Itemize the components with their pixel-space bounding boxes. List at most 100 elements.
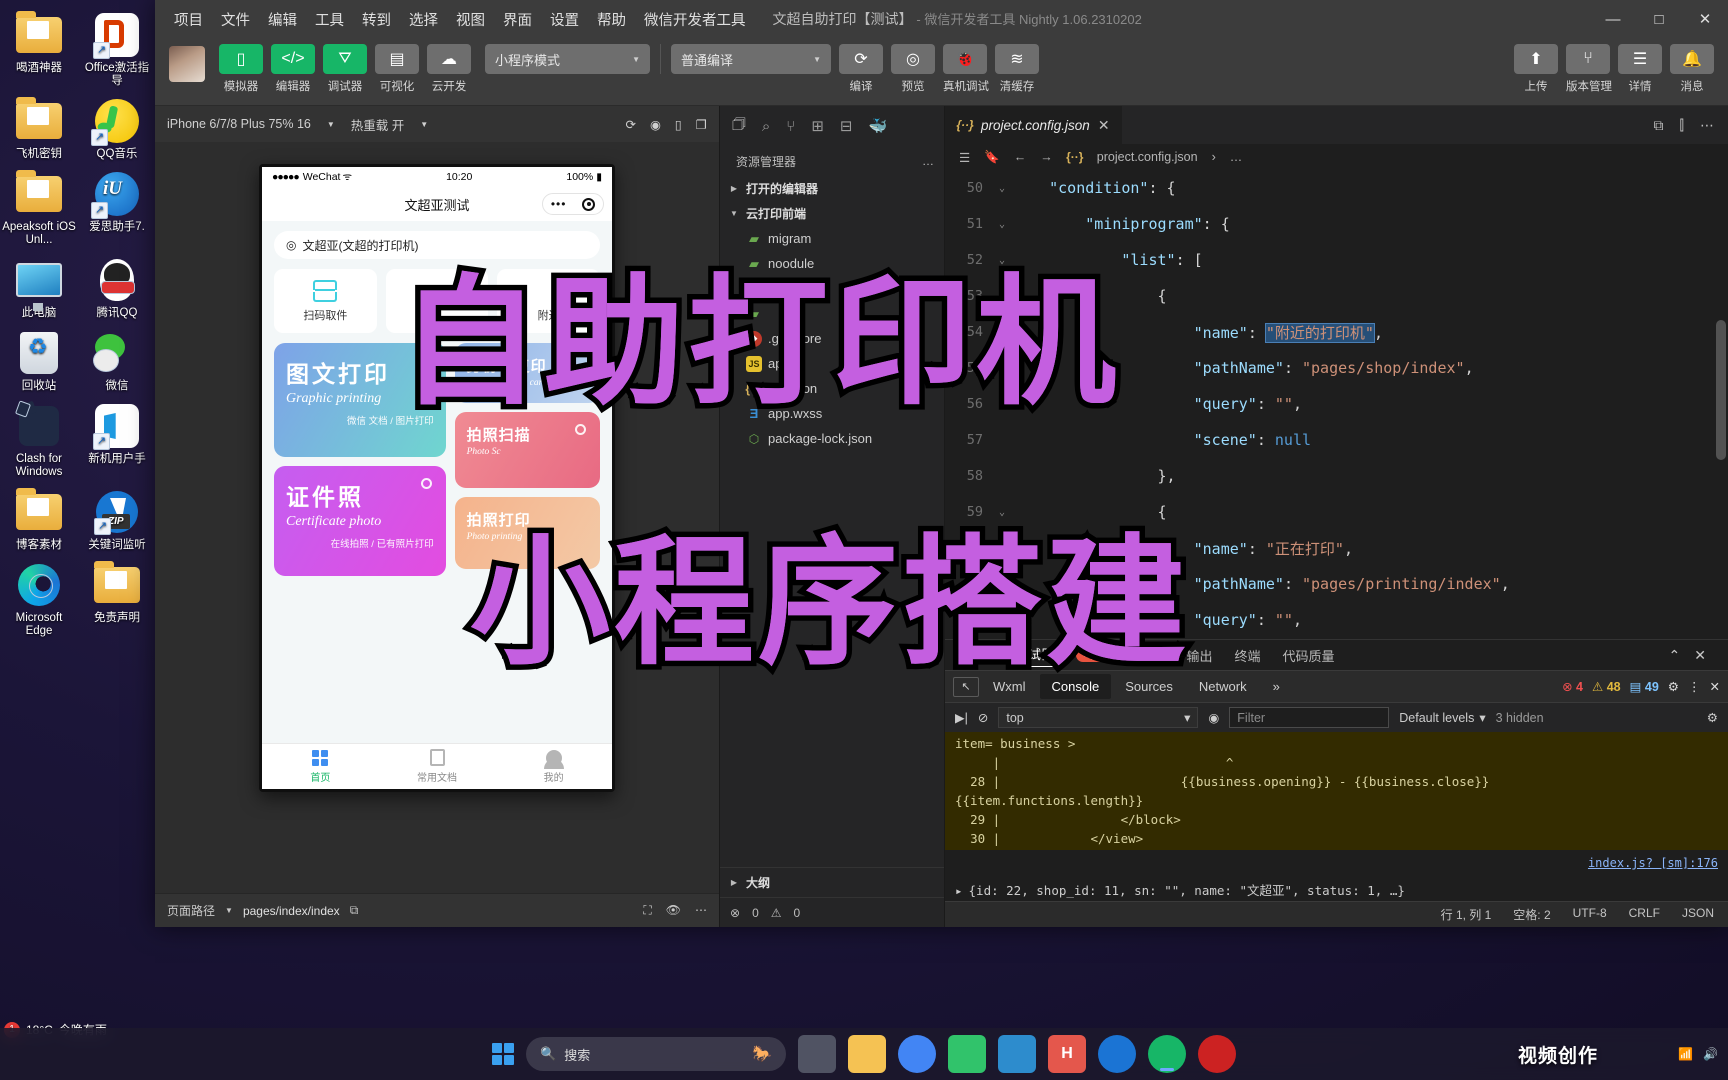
warning-badge[interactable]: ⚠ 48 (1592, 679, 1621, 694)
fold-icon[interactable]: ⌄ (991, 255, 1013, 266)
desktop-icon[interactable]: QQ音乐 (78, 94, 156, 167)
quick-action-hidden[interactable] (385, 269, 489, 333)
menu-item-1[interactable]: 文件 (212, 5, 259, 34)
quick-action-scan[interactable]: 扫码取件 (274, 269, 377, 333)
console-levels-select[interactable]: Default levels ▾ (1399, 710, 1485, 726)
layout-icon[interactable]: ⫿ (1680, 117, 1684, 134)
clear-console-icon[interactable]: ⊘ (978, 710, 988, 725)
search-icon[interactable]: ⌕ (762, 118, 770, 135)
toolbar-button-可视化[interactable]: ▤ 可视化 (375, 44, 419, 94)
tab-profile[interactable]: 我的 (495, 744, 612, 789)
desktop-icon[interactable]: Microsoft Edge (0, 558, 78, 644)
menu-item-8[interactable]: 设置 (541, 5, 588, 34)
taskbar-app-chrome[interactable] (898, 1035, 936, 1073)
desktop-icon[interactable]: 腾讯QQ (78, 253, 156, 326)
toolbar-button-预览[interactable]: ◎ 预览 (891, 44, 935, 94)
tree-file[interactable]: Ǝapp.wxss (720, 401, 944, 426)
desktop-icon[interactable]: Apeaksoft iOS Unl... (0, 167, 78, 253)
console-object-line[interactable]: ▸ {id: 22, shop_id: 11, sn: "", name: "文… (945, 877, 1728, 901)
wechat-capsule[interactable]: ••• (542, 193, 604, 215)
code-line[interactable]: 52 ⌄ "list": [ (945, 242, 1728, 278)
panel-tab-代码质量[interactable]: 代码质量 (1283, 646, 1335, 665)
devtools-tab-Console[interactable]: Console (1039, 674, 1112, 699)
start-button[interactable] (492, 1043, 514, 1065)
toolbar-button-云开发[interactable]: ☁ 云开发 (427, 44, 471, 94)
desktop-icon[interactable]: Clash for Windows (0, 399, 78, 485)
devtools-tab-»[interactable]: » (1261, 674, 1292, 699)
code-line[interactable]: 57 "scene": null (945, 422, 1728, 458)
taskbar-app-store[interactable] (948, 1035, 986, 1073)
toolbar-button-编译[interactable]: ⟳ 编译 (839, 44, 883, 94)
console-settings-icon[interactable]: ⚙ (1707, 710, 1718, 725)
chevron-down-icon[interactable]: ▼ (225, 906, 233, 915)
fold-icon[interactable]: ⌄ (991, 507, 1013, 518)
panel-tab-问题[interactable]: 问题 (1139, 646, 1165, 665)
outline-section[interactable]: ▶ 大纲 (720, 867, 944, 897)
more-icon[interactable]: ⋯ (1700, 117, 1714, 134)
card-graphic-printing[interactable]: 图文打印 Graphic printing 微信 文档 / 图片打印 (274, 343, 446, 457)
code-line[interactable]: 61 "pathName": "pages/printing/index", (945, 566, 1728, 602)
fold-icon[interactable]: ⌄ (991, 219, 1013, 230)
collapse-icon[interactable]: ⌃ (1669, 647, 1681, 664)
toolbar-button-详情[interactable]: ☰ 详情 (1618, 44, 1662, 94)
tree-section[interactable]: ▶ 打开的编辑器 (720, 176, 944, 201)
list-icon[interactable]: ☰ (959, 150, 970, 165)
rotate-icon[interactable]: ▯ (675, 117, 682, 132)
tree-file[interactable]: ▰ (720, 301, 944, 326)
tree-file[interactable]: ▰ noodule (720, 251, 944, 276)
problems-status[interactable]: ⊗ 0 ⚠ 0 (720, 897, 944, 927)
desktop-icon[interactable]: 飞机密钥 (0, 94, 78, 167)
taskbar-app-widgets[interactable] (798, 1035, 836, 1073)
menu-item-2[interactable]: 编辑 (259, 5, 306, 34)
device-select[interactable]: iPhone 6/7/8 Plus 75% 16 (167, 117, 311, 131)
desktop-icon[interactable]: 微信 (78, 326, 156, 399)
desktop-icon[interactable]: iU 爱思助手7. (78, 167, 156, 253)
status-encoding[interactable]: UTF-8 (1573, 906, 1607, 923)
close-icon[interactable]: ✕ (1098, 117, 1110, 134)
split-editor-icon[interactable]: ⧉ (1654, 117, 1664, 134)
toolbar-button-版本管理[interactable]: ⑂ 版本管理 (1566, 44, 1612, 94)
error-badge[interactable]: ⊗ 4 (1562, 679, 1583, 694)
devtools-tab-Network[interactable]: Network (1187, 674, 1259, 699)
record-icon[interactable]: ◉ (650, 117, 661, 132)
extensions-icon[interactable]: ⊞ (811, 117, 824, 135)
tab-home[interactable]: 首页 (262, 744, 379, 789)
taskbar-tray[interactable]: 📶 🔊 (1678, 1047, 1718, 1061)
eye-icon[interactable]: ◉ (1208, 710, 1219, 725)
taskbar-search[interactable]: 🔍 搜索 🐎 (526, 1037, 786, 1071)
card-id-copy[interactable]: 身份证复印 Copy of identity card (454, 343, 600, 403)
toolbar-button-真机调试[interactable]: 🐞 真机调试 (943, 44, 989, 94)
toolbar-button-清缓存[interactable]: ≋ 清缓存 (995, 44, 1039, 94)
taskbar-app-edge[interactable] (1098, 1035, 1136, 1073)
menu-item-3[interactable]: 工具 (306, 5, 353, 34)
quick-action-nearby[interactable]: 附近 (497, 269, 601, 333)
taskbar-app-record[interactable] (1198, 1035, 1236, 1073)
files-icon[interactable]: 🗇 (732, 114, 746, 139)
code-area[interactable]: 50 ⌄ "condition": {51 ⌄ "miniprogram": {52… (945, 170, 1728, 639)
desktop-icon[interactable]: 新机用户手 (78, 399, 156, 485)
back-icon[interactable]: ← (1014, 150, 1027, 164)
user-avatar[interactable] (169, 46, 205, 82)
panel-tab-输出[interactable]: 输出 (1187, 646, 1213, 665)
hot-reload-select[interactable]: 热重载 开 (351, 115, 404, 134)
menu-item-0[interactable]: 项目 (165, 5, 212, 34)
code-line[interactable]: 58 }, (945, 458, 1728, 494)
wxml-inspect-icon[interactable]: ⛶ (643, 903, 651, 918)
docker-icon[interactable]: 🐳 (868, 117, 887, 135)
location-bar[interactable]: ◎ 文超亚(文超的打印机) (274, 231, 600, 259)
desktop-icon[interactable]: 免责声明 (78, 558, 156, 644)
menu-item-5[interactable]: 选择 (400, 5, 447, 34)
toolbar-button-消息[interactable]: 🔔 消息 (1670, 44, 1714, 94)
desktop-icon[interactable]: ZIP 关键词监听 (78, 485, 156, 558)
bookmark-icon[interactable]: 🔖 (984, 150, 1000, 165)
code-line[interactable]: 60 "name": "正在打印", (945, 530, 1728, 566)
breadcrumb-rest[interactable]: … (1230, 150, 1243, 164)
editor-tab-project-config[interactable]: {··} project.config.json ✕ (945, 106, 1123, 144)
close-button[interactable]: ✕ (1682, 0, 1728, 38)
toolbar-button-模拟器[interactable]: ▯ 模拟器 (219, 44, 263, 94)
volume-icon[interactable]: 🔊 (1703, 1047, 1718, 1061)
tree-file[interactable]: ▰ pa (720, 276, 944, 301)
tree-file[interactable]: ◆ .gitignore (720, 326, 944, 351)
status-spaces[interactable]: 空格: 2 (1513, 906, 1550, 923)
menu-item-9[interactable]: 帮助 (588, 5, 635, 34)
